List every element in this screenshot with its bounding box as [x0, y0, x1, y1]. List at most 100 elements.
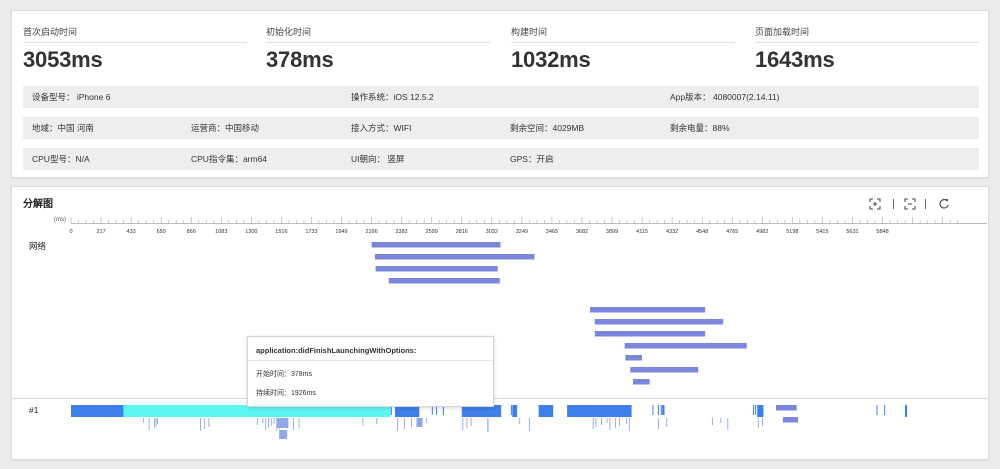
thread-block: [538, 405, 554, 417]
sub-call-mark: [262, 418, 264, 423]
sub-call-mark: [762, 418, 763, 426]
sub-call-mark: [298, 418, 300, 428]
sub-call-mark: [720, 418, 722, 423]
sub-call-mark: [404, 418, 405, 429]
sub-call-mark: [601, 418, 602, 425]
sub-call-block: [279, 430, 288, 439]
metric-build: 构建时间 1032ms: [511, 25, 735, 73]
network-request-bar: [782, 417, 799, 423]
gps-status: GPS：开启: [510, 154, 554, 164]
network-request-bar: [371, 242, 501, 248]
tooltip-duration: 持续时间：1926ms: [256, 390, 316, 397]
timeline-lanes: [12, 242, 988, 439]
thread-mark: [753, 405, 755, 415]
region: 地域：中国 河南: [32, 123, 94, 133]
sub-call-mark: [204, 418, 206, 429]
sub-call-mark: [268, 418, 269, 428]
thread-block: [567, 405, 632, 417]
thread-mark: [876, 405, 878, 415]
metric-init: 初始化时间 378ms: [266, 25, 490, 73]
device-model: 设备型号： iPhone 6: [32, 92, 111, 102]
sub-call-mark: [154, 418, 156, 428]
metric-label: 首次启动时间: [23, 25, 247, 43]
sub-call-mark: [614, 418, 616, 428]
tooltip-title: application:didFinishLaunchingWithOption…: [248, 337, 493, 361]
network-request-bar: [594, 319, 724, 325]
metric-page-load: 页面加载时间 1643ms: [755, 25, 979, 73]
metric-label: 初始化时间: [266, 25, 490, 43]
tooltip-start: 开始时间：378ms: [256, 371, 313, 378]
network-request-bar: [630, 367, 699, 373]
sub-call-mark: [757, 418, 759, 428]
network-request-bar: [775, 405, 797, 411]
sub-call-mark: [626, 418, 627, 424]
sub-call-mark: [155, 418, 157, 426]
breakdown-card: 分解图 (ms) 0 217 433 650 866 1083 1300 1516 1733 194…: [11, 186, 989, 460]
sub-call-mark: [426, 418, 428, 423]
thread-mark: [657, 405, 659, 415]
metric-first-launch: 首次启动时间 3053ms: [23, 25, 247, 73]
network-request-bar: [374, 254, 535, 260]
thread-mark: [755, 405, 757, 415]
info-row-cpu: CPU型号：N/A CPU指令集：arm64 UI朝向： 竖屏 GPS：开启: [23, 148, 979, 170]
sub-call-mark: [592, 418, 594, 429]
carrier: 运营商：中国移动: [191, 123, 260, 133]
thread-mark: [660, 405, 662, 415]
sub-call-mark: [712, 418, 713, 425]
sub-call-mark: [397, 418, 398, 431]
metric-value: 378ms: [266, 47, 334, 72]
thread-block: [512, 405, 518, 417]
sub-call-mark: [470, 418, 472, 426]
sub-call-mark: [270, 418, 272, 426]
sub-call-mark: [157, 418, 158, 424]
sub-call-mark: [466, 418, 468, 428]
cpu-arch: CPU指令集：arm64: [191, 154, 268, 164]
sub-call-block: [416, 418, 423, 427]
sub-call-mark: [595, 418, 597, 427]
info-row-device: 设备型号： iPhone 6 操作系统：iOS 12.5.2 App版本： 40…: [23, 86, 979, 108]
thread-mark: [652, 405, 654, 415]
thread-mark: [884, 405, 886, 415]
network-request-bar: [375, 266, 498, 272]
sub-call-mark: [410, 418, 412, 427]
thread-block: [904, 405, 908, 417]
sub-call-mark: [200, 418, 201, 431]
network-request-bar: [388, 278, 500, 284]
metric-value: 3053ms: [23, 47, 103, 72]
metric-label: 构建时间: [511, 25, 735, 43]
network-request-bar: [624, 343, 747, 349]
battery-level: 剩余电量：88%: [670, 123, 730, 133]
network-type: 接入方式：WIFI: [351, 123, 412, 133]
info-row-network: 地域：中国 河南 运营商：中国移动 接入方式：WIFI 剩余空间：4029MB …: [23, 117, 979, 139]
free-storage: 剩余空间：4029MB: [510, 123, 585, 133]
sub-call-mark: [666, 418, 668, 427]
lane-label-thread: #1: [29, 405, 39, 415]
sub-call-mark: [462, 418, 464, 430]
cpu-model: CPU型号：N/A: [32, 154, 90, 164]
sub-call-mark: [606, 418, 608, 423]
timeline-tooltip: application:didFinishLaunchingWithOption…: [247, 336, 494, 407]
sub-call-mark: [265, 418, 267, 430]
sub-call-mark: [143, 418, 145, 423]
sub-call-mark: [519, 418, 521, 424]
sub-call-mark: [293, 418, 294, 430]
metric-label: 页面加载时间: [755, 25, 979, 43]
sub-call-mark: [657, 418, 659, 429]
app-version: App版本： 4080007(2.14.11): [670, 92, 780, 102]
sub-call-mark: [273, 418, 275, 424]
sub-call-mark: [628, 418, 630, 431]
sub-call-mark: [256, 418, 258, 425]
sub-call-mark: [619, 418, 621, 426]
os-version: 操作系统：iOS 12.5.2: [351, 92, 434, 102]
sub-call-mark: [148, 418, 150, 430]
sub-call-mark: [609, 418, 611, 430]
network-request-bar: [594, 331, 706, 337]
metric-value: 1643ms: [755, 47, 835, 72]
network-request-bar: [632, 379, 650, 385]
sub-call-mark: [376, 418, 378, 424]
sub-call-mark: [362, 418, 364, 426]
thread-mark: [510, 405, 512, 415]
network-request-bar: [589, 307, 706, 313]
metric-value: 1032ms: [511, 47, 591, 72]
thread-block: [757, 405, 764, 417]
